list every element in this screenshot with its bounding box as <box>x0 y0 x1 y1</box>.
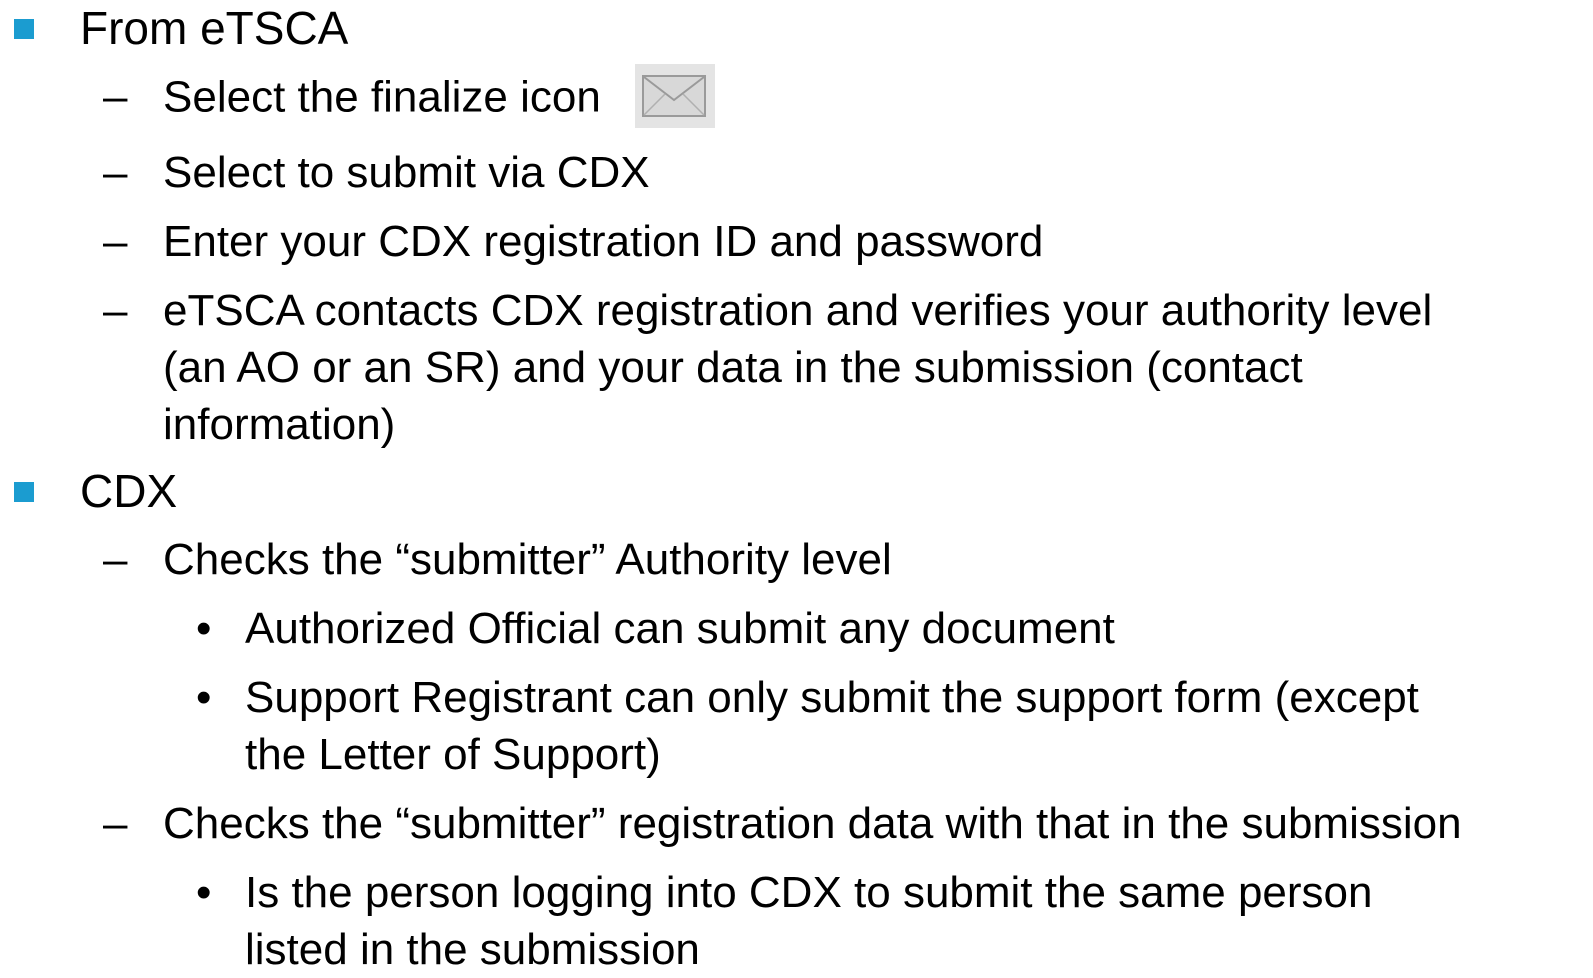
dash-marker: – <box>103 286 128 335</box>
level2-item-enter-credentials: – Enter your CDX registration ID and pas… <box>0 213 1593 270</box>
item-text: Checks the “submitter” registration data… <box>163 799 1462 848</box>
level3-item-authorized-official: • Authorized Official can submit any doc… <box>0 600 1593 657</box>
level2-item-submit-via-cdx: – Select to submit via CDX <box>0 144 1593 201</box>
level1-bullet-from-etsca: From eTSCA <box>0 0 1593 56</box>
item-text: Enter your CDX registration ID and passw… <box>163 217 1044 266</box>
item-text: Select the finalize icon <box>163 72 601 122</box>
slide: From eTSCA – Select the finalize icon – … <box>0 0 1593 978</box>
item-text-line: information) <box>163 400 396 449</box>
level2-item-etsca-contacts-cdx: – eTSCA contacts CDX registration and ve… <box>0 282 1593 453</box>
section-title: CDX <box>80 465 178 517</box>
envelope-icon[interactable] <box>634 64 715 128</box>
dash-marker: – <box>103 72 128 121</box>
dash-marker: – <box>103 148 128 197</box>
square-bullet-icon <box>14 19 34 39</box>
section-cdx: CDX – Checks the “submitter” Authority l… <box>0 463 1593 978</box>
section-title: From eTSCA <box>80 2 349 54</box>
subitem-text-line: the Letter of Support) <box>245 730 661 779</box>
level2-item-select-finalize: – Select the finalize icon <box>0 64 1593 132</box>
bullet-dot: • <box>196 673 212 722</box>
item-text: Checks the “submitter” Authority level <box>163 535 892 584</box>
level3-item-support-registrant: • Support Registrant can only submit the… <box>0 669 1593 783</box>
subitem-text-line: Is the person logging into CDX to submit… <box>245 868 1373 917</box>
bullet-dot: • <box>196 604 212 653</box>
level3-item-same-person: • Is the person logging into CDX to subm… <box>0 864 1593 978</box>
item-text: Select to submit via CDX <box>163 148 650 197</box>
subitem-text: Authorized Official can submit any docum… <box>245 604 1115 653</box>
section-from-etsca: From eTSCA – Select the finalize icon – … <box>0 0 1593 453</box>
item-text-line: eTSCA contacts CDX registration and veri… <box>163 286 1433 335</box>
dash-marker: – <box>103 217 128 266</box>
item-text-line: (an AO or an SR) and your data in the su… <box>163 343 1303 392</box>
dash-marker: – <box>103 535 128 584</box>
square-bullet-icon <box>14 482 34 502</box>
bullet-dot: • <box>196 868 212 917</box>
subitem-text-line: Support Registrant can only submit the s… <box>245 673 1419 722</box>
level1-bullet-cdx: CDX <box>0 463 1593 519</box>
level2-item-checks-registration-data: – Checks the “submitter” registration da… <box>0 795 1593 852</box>
dash-marker: – <box>103 799 128 848</box>
level2-item-checks-authority: – Checks the “submitter” Authority level <box>0 531 1593 588</box>
subitem-text-line: listed in the submission <box>245 925 700 974</box>
